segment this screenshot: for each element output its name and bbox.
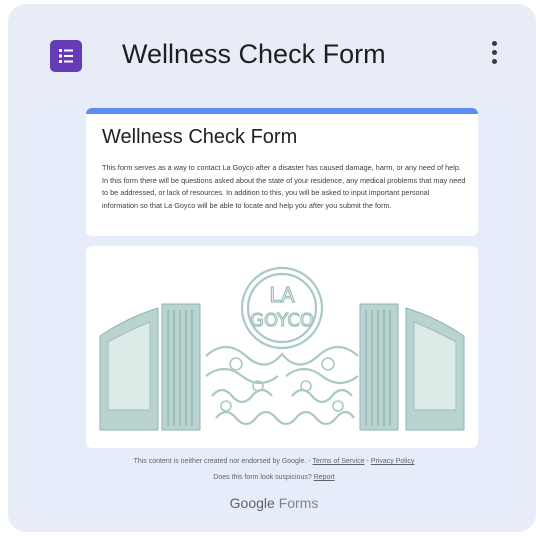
form-description: This form serves as a way to contact La … [102,163,466,210]
suspicious-text: Does this form look suspicious? [213,474,312,481]
footer-report: Does this form look suspicious? Report [26,474,522,481]
gate-logo-line1: LA [269,283,295,307]
report-link[interactable]: Report [314,474,335,481]
form-title: Wellness Check Form [102,126,298,148]
footer-disclaimer: This content is neither created nor endo… [26,458,522,465]
form-thumbnail: Wellness Check Form This form serves as … [26,102,522,518]
brand-forms: Forms [278,495,319,511]
privacy-link[interactable]: Privacy Policy [371,458,415,465]
gate-illustration: LA GOYCO [99,266,465,431]
form-header-card: Wellness Check Form This form serves as … [86,108,478,236]
terms-link[interactable]: Terms of Service [312,458,364,465]
card-title: Wellness Check Form [122,39,386,69]
disclaimer-text: This content is neither created nor endo… [133,458,307,465]
more-vert-icon[interactable] [482,38,506,72]
header-image: LA GOYCO [86,246,478,448]
google-forms-logo: Google Forms [26,495,522,511]
gate-logo-line2: GOYCO [250,310,314,331]
brand-google: Google [229,495,275,511]
google-forms-icon [50,40,82,72]
